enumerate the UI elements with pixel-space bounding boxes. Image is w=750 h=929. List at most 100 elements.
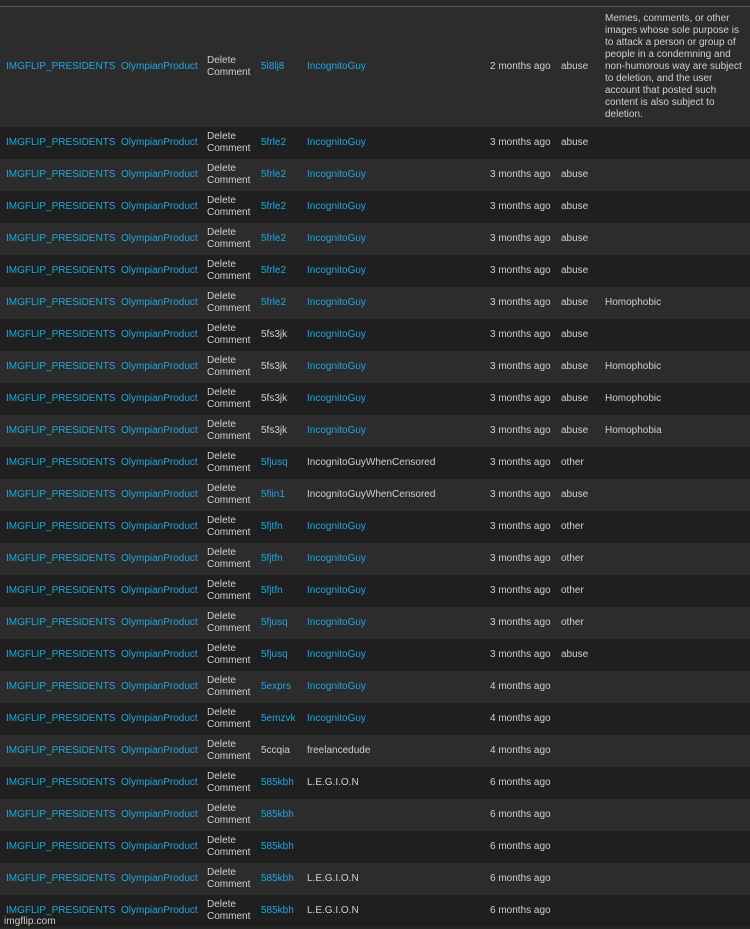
moderator-link[interactable]: OlympianProduct: [121, 841, 198, 852]
stream-cell: IMGFLIP_PRESIDENTS: [0, 127, 119, 159]
moderator-link[interactable]: OlympianProduct: [121, 617, 198, 628]
author-link[interactable]: IncognitoGuy: [307, 617, 366, 628]
post-id-link[interactable]: 585kbh: [261, 841, 294, 852]
stream-link[interactable]: IMGFLIP_PRESIDENTS: [6, 233, 115, 244]
stream-link[interactable]: IMGFLIP_PRESIDENTS: [6, 617, 115, 628]
post-id-link[interactable]: 5fjusq: [261, 457, 288, 468]
stream-link[interactable]: IMGFLIP_PRESIDENTS: [6, 393, 115, 404]
moderator-link[interactable]: OlympianProduct: [121, 521, 198, 532]
post-id-link[interactable]: 5fjusq: [261, 649, 288, 660]
stream-link[interactable]: IMGFLIP_PRESIDENTS: [6, 201, 115, 212]
moderator-link[interactable]: OlympianProduct: [121, 61, 198, 72]
moderator-link[interactable]: OlympianProduct: [121, 713, 198, 724]
moderator-link[interactable]: OlympianProduct: [121, 809, 198, 820]
author-link[interactable]: IncognitoGuy: [307, 169, 366, 180]
moderator-link[interactable]: OlympianProduct: [121, 905, 198, 916]
time-text: 3 months ago: [490, 201, 551, 212]
stream-link[interactable]: IMGFLIP_PRESIDENTS: [6, 713, 115, 724]
stream-link[interactable]: IMGFLIP_PRESIDENTS: [6, 361, 115, 372]
moderator-link[interactable]: OlympianProduct: [121, 201, 198, 212]
time-cell: 6 months ago: [490, 863, 561, 895]
stream-link[interactable]: IMGFLIP_PRESIDENTS: [6, 649, 115, 660]
moderator-link[interactable]: OlympianProduct: [121, 169, 198, 180]
author-link[interactable]: IncognitoGuy: [307, 425, 366, 436]
moderator-link[interactable]: OlympianProduct: [121, 681, 198, 692]
stream-link[interactable]: IMGFLIP_PRESIDENTS: [6, 841, 115, 852]
type-cell: [561, 895, 605, 927]
stream-link[interactable]: IMGFLIP_PRESIDENTS: [6, 457, 115, 468]
author-link[interactable]: IncognitoGuy: [307, 553, 366, 564]
author-link[interactable]: IncognitoGuy: [307, 681, 366, 692]
stream-link[interactable]: IMGFLIP_PRESIDENTS: [6, 489, 115, 500]
moderator-link[interactable]: OlympianProduct: [121, 745, 198, 756]
stream-link[interactable]: IMGFLIP_PRESIDENTS: [6, 809, 115, 820]
type-cell: [561, 799, 605, 831]
author-link[interactable]: IncognitoGuy: [307, 201, 366, 212]
post-id-link[interactable]: 5frle2: [261, 169, 286, 180]
stream-link[interactable]: IMGFLIP_PRESIDENTS: [6, 425, 115, 436]
author-link[interactable]: IncognitoGuy: [307, 361, 366, 372]
moderator-link[interactable]: OlympianProduct: [121, 489, 198, 500]
author-cell: IncognitoGuy: [307, 7, 490, 127]
author-link[interactable]: IncognitoGuy: [307, 649, 366, 660]
moderator-link[interactable]: OlympianProduct: [121, 137, 198, 148]
stream-link[interactable]: IMGFLIP_PRESIDENTS: [6, 265, 115, 276]
author-link[interactable]: IncognitoGuy: [307, 137, 366, 148]
author-link[interactable]: IncognitoGuy: [307, 521, 366, 532]
stream-link[interactable]: IMGFLIP_PRESIDENTS: [6, 873, 115, 884]
stream-link[interactable]: IMGFLIP_PRESIDENTS: [6, 905, 115, 916]
moderator-link[interactable]: OlympianProduct: [121, 873, 198, 884]
post-id-link[interactable]: 5emzvk: [261, 713, 295, 724]
post-id-link[interactable]: 5frle2: [261, 265, 286, 276]
post-id-link[interactable]: 5fjtfn: [261, 521, 283, 532]
stream-link[interactable]: IMGFLIP_PRESIDENTS: [6, 169, 115, 180]
stream-link[interactable]: IMGFLIP_PRESIDENTS: [6, 297, 115, 308]
reason-cell: [605, 863, 750, 895]
post-id-link[interactable]: 5fiin1: [261, 489, 285, 500]
post-id-link[interactable]: 5frle2: [261, 233, 286, 244]
post-id-link[interactable]: 5l8lj8: [261, 61, 284, 72]
stream-link[interactable]: IMGFLIP_PRESIDENTS: [6, 329, 115, 340]
stream-link[interactable]: IMGFLIP_PRESIDENTS: [6, 137, 115, 148]
author-link[interactable]: IncognitoGuy: [307, 585, 366, 596]
post-id-link[interactable]: 5fjtfn: [261, 585, 283, 596]
stream-link[interactable]: IMGFLIP_PRESIDENTS: [6, 585, 115, 596]
post-id-link[interactable]: 5frle2: [261, 137, 286, 148]
author-link[interactable]: IncognitoGuy: [307, 61, 366, 72]
post-id-link[interactable]: 585kbh: [261, 873, 294, 884]
moderator-link[interactable]: OlympianProduct: [121, 553, 198, 564]
stream-link[interactable]: IMGFLIP_PRESIDENTS: [6, 745, 115, 756]
author-link[interactable]: IncognitoGuy: [307, 233, 366, 244]
post-id-cell: 5l8lj8: [261, 7, 307, 127]
author-link[interactable]: IncognitoGuy: [307, 297, 366, 308]
post-id-link[interactable]: 585kbh: [261, 809, 294, 820]
moderator-link[interactable]: OlympianProduct: [121, 457, 198, 468]
stream-link[interactable]: IMGFLIP_PRESIDENTS: [6, 777, 115, 788]
moderator-link[interactable]: OlympianProduct: [121, 777, 198, 788]
stream-link[interactable]: IMGFLIP_PRESIDENTS: [6, 553, 115, 564]
stream-link[interactable]: IMGFLIP_PRESIDENTS: [6, 681, 115, 692]
moderator-link[interactable]: OlympianProduct: [121, 585, 198, 596]
moderator-link[interactable]: OlympianProduct: [121, 329, 198, 340]
moderator-link[interactable]: OlympianProduct: [121, 265, 198, 276]
moderator-link[interactable]: OlympianProduct: [121, 425, 198, 436]
reason-text: Homophobic: [605, 393, 662, 404]
author-link[interactable]: IncognitoGuy: [307, 713, 366, 724]
post-id-link[interactable]: 5exprs: [261, 681, 291, 692]
moderator-link[interactable]: OlympianProduct: [121, 233, 198, 244]
post-id-link[interactable]: 585kbh: [261, 777, 294, 788]
post-id-link[interactable]: 5frle2: [261, 297, 286, 308]
moderator-link[interactable]: OlympianProduct: [121, 393, 198, 404]
moderator-link[interactable]: OlympianProduct: [121, 297, 198, 308]
post-id-link[interactable]: 5fjtfn: [261, 553, 283, 564]
author-link[interactable]: IncognitoGuy: [307, 329, 366, 340]
stream-link[interactable]: IMGFLIP_PRESIDENTS: [6, 61, 115, 72]
author-link[interactable]: IncognitoGuy: [307, 393, 366, 404]
stream-link[interactable]: IMGFLIP_PRESIDENTS: [6, 521, 115, 532]
post-id-link[interactable]: 585kbh: [261, 905, 294, 916]
post-id-link[interactable]: 5fjusq: [261, 617, 288, 628]
moderator-link[interactable]: OlympianProduct: [121, 361, 198, 372]
author-link[interactable]: IncognitoGuy: [307, 265, 366, 276]
moderator-link[interactable]: OlympianProduct: [121, 649, 198, 660]
post-id-link[interactable]: 5frle2: [261, 201, 286, 212]
